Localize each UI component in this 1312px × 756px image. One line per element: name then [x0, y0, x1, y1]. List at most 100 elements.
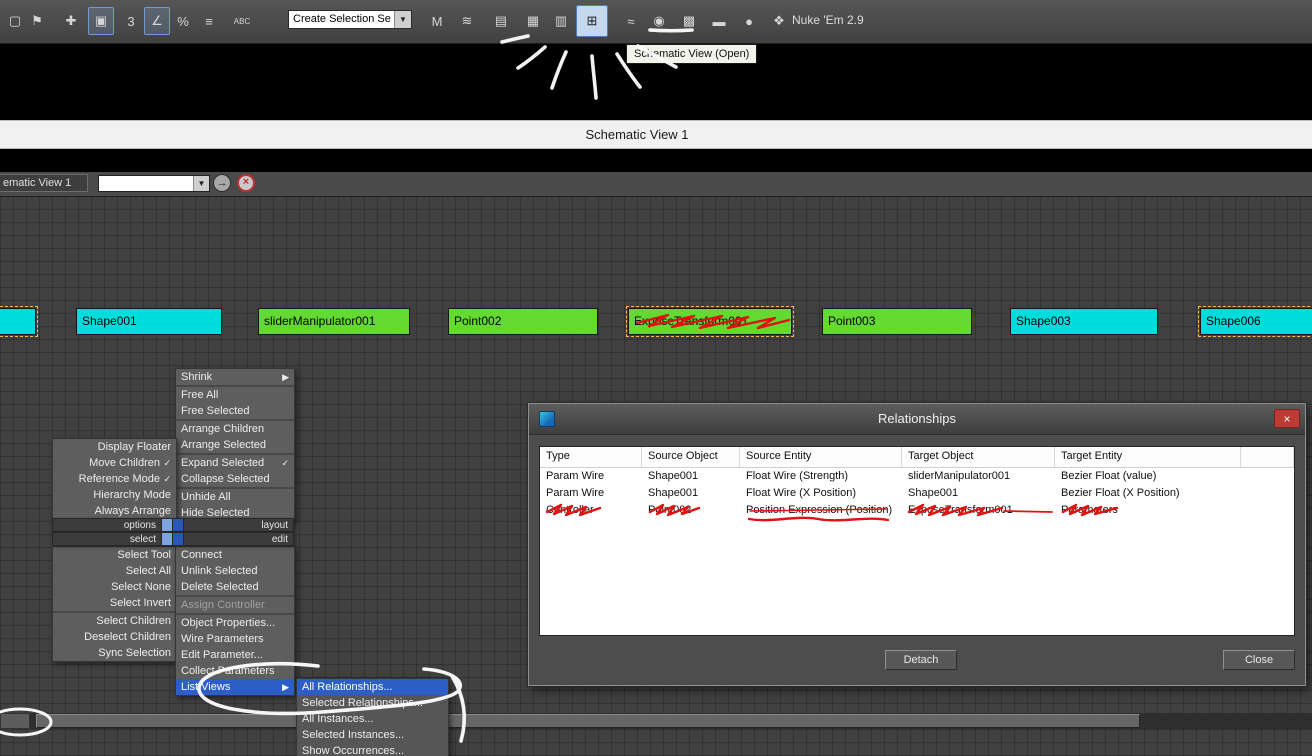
snaps-toggle-icon[interactable]: ∠	[144, 7, 170, 35]
menu-item-expand-selected[interactable]: Expand Selected ✓	[176, 453, 294, 471]
menu-item-collect-parameters[interactable]: Collect Parameters	[176, 663, 294, 679]
menu-item-label: Display Floater	[97, 441, 171, 453]
menu-item-display-floater[interactable]: Display Floater	[53, 439, 176, 455]
dialog-titlebar[interactable]: Relationships ×	[529, 404, 1305, 435]
submenu-item-all-instances[interactable]: All Instances...	[297, 711, 448, 727]
dialog-close-button[interactable]: ×	[1274, 409, 1300, 428]
menu-item-select-tool[interactable]: Select Tool	[53, 547, 176, 563]
curve-editor-icon[interactable]: ≈	[618, 7, 644, 35]
icon-glyph: ▦	[526, 13, 540, 28]
menu-item-unhide-all[interactable]: Unhide All	[176, 487, 294, 505]
horizontal-scrollbar[interactable]	[0, 713, 1312, 729]
mirror-icon[interactable]: M	[424, 7, 450, 35]
quad-header-options-layout: options layout	[52, 518, 294, 532]
close-button[interactable]: Close	[1223, 650, 1295, 670]
menu-item-free-selected[interactable]: Free Selected	[176, 403, 294, 419]
relationships-dialog: Relationships × Type Source Object Sourc…	[528, 403, 1306, 686]
column-header-source-entity[interactable]: Source Entity	[740, 447, 902, 467]
menu-item-arrange-selected[interactable]: Arrange Selected	[176, 437, 294, 453]
nukem-plugin-icon[interactable]: ❖	[766, 7, 792, 35]
menu-item-free-all[interactable]: Free All	[176, 385, 294, 403]
menu-item-unlink-selected[interactable]: Unlink Selected	[176, 563, 294, 579]
menu-item-hierarchy-mode[interactable]: Hierarchy Mode	[53, 487, 176, 503]
check-icon: ✓	[163, 458, 171, 468]
column-header-target-entity[interactable]: Target Entity	[1055, 447, 1241, 467]
node-label: Point003	[828, 314, 876, 328]
icon-glyph: ABC	[233, 16, 251, 26]
select-and-manipulate-icon[interactable]: ▣	[88, 7, 114, 35]
menu-item-edit-parameter[interactable]: Edit Parameter...	[176, 647, 294, 663]
menu-item-select-all[interactable]: Select All	[53, 563, 176, 579]
menu-item-select-invert[interactable]: Select Invert	[53, 595, 176, 611]
menu-item-object-properties[interactable]: Object Properties...	[176, 613, 294, 631]
node-shape006[interactable]: Shape006	[1198, 306, 1312, 337]
menu-item-list-views[interactable]: List Views ▶	[176, 679, 294, 695]
node-point002[interactable]: Point002	[448, 308, 598, 335]
white-burst-ray	[590, 54, 598, 100]
submenu-item-selected-instances[interactable]: Selected Instances...	[297, 727, 448, 743]
selection-set-value: Create Selection Se	[293, 13, 391, 25]
node-shape003[interactable]: Shape003	[1010, 308, 1158, 335]
column-header-target-object[interactable]: Target Object	[902, 447, 1055, 467]
spinner-snap-icon[interactable]: ≡	[196, 7, 222, 35]
menu-item-arrange-children[interactable]: Arrange Children	[176, 419, 294, 437]
select-and-place-icon[interactable]: ⚑	[24, 7, 50, 35]
menu-item-select-none[interactable]: Select None	[53, 579, 176, 595]
scene-explorer-icon[interactable]: ▥	[548, 7, 574, 35]
scrollbar-thumb[interactable]	[36, 714, 1140, 728]
menu-item-wire-parameters[interactable]: Wire Parameters	[176, 631, 294, 647]
render-production-icon[interactable]: ●	[736, 7, 762, 35]
relationship-row[interactable]: Param Wire Shape001 Float Wire (X Positi…	[540, 485, 1294, 502]
list-views-submenu: All Relationships... Selected Relationsh…	[296, 678, 449, 756]
find-button[interactable]: →	[213, 174, 231, 192]
relationship-row[interactable]: Controller Point002 Position Expression …	[540, 502, 1294, 519]
icon-glyph: ▩	[682, 13, 696, 28]
angle-snap-icon[interactable]: 3	[118, 7, 144, 35]
menu-item-sync-selection[interactable]: Sync Selection	[53, 645, 176, 661]
cancel-button[interactable]: ×	[237, 174, 255, 192]
column-header-type[interactable]: Type	[540, 447, 642, 467]
detach-button[interactable]: Detach	[885, 650, 957, 670]
node-exposetransform001[interactable]: ExposeTransform001	[626, 306, 794, 337]
submenu-item-all-relationships[interactable]: All Relationships...	[297, 679, 448, 695]
menu-item-label: Edit Parameter...	[181, 649, 263, 661]
menu-item-select-children[interactable]: Select Children	[53, 611, 176, 629]
menu-item-label: Collect Parameters	[181, 665, 275, 677]
select-and-move-icon[interactable]: ✚	[58, 7, 84, 35]
submenu-item-selected-relationships[interactable]: Selected Relationships...	[297, 695, 448, 711]
schematic-window-titlebar[interactable]: Schematic View 1	[0, 120, 1312, 149]
menu-item-connect[interactable]: Connect	[176, 547, 294, 563]
layer-manager-icon[interactable]: ▤	[488, 7, 514, 35]
node-slidermanipulator001[interactable]: sliderManipulator001	[258, 308, 410, 335]
column-header-blank	[1241, 447, 1294, 467]
menu-item-label: Select None	[111, 581, 171, 593]
name-filter-combo[interactable]: ▼	[98, 175, 210, 192]
node-shape001[interactable]: Shape001	[76, 308, 222, 335]
graphite-ribbon-icon[interactable]: ▦	[520, 7, 546, 35]
node[interactable]	[0, 306, 38, 337]
menu-item-delete-selected[interactable]: Delete Selected	[176, 579, 294, 595]
menu-item-reference-mode[interactable]: Reference Mode ✓	[53, 471, 176, 487]
menu-item-move-children[interactable]: Move Children ✓	[53, 455, 176, 471]
column-header-source-object[interactable]: Source Object	[642, 447, 740, 467]
menu-item-always-arrange[interactable]: Always Arrange	[53, 503, 176, 519]
schematic-view-icon[interactable]: ⊞	[576, 5, 608, 37]
menu-item-shrink[interactable]: Shrink ▶	[176, 369, 294, 385]
rendered-frame-icon[interactable]: ▬	[706, 7, 732, 35]
menu-item-collapse-selected[interactable]: Collapse Selected	[176, 471, 294, 487]
check-icon: ✓	[163, 474, 171, 484]
menu-item-deselect-children[interactable]: Deselect Children	[53, 629, 176, 645]
name-filter-value	[99, 176, 193, 191]
percent-snap-icon[interactable]: %	[170, 7, 196, 35]
menu-item-label: Selected Relationships...	[302, 697, 424, 709]
node-point003[interactable]: Point003	[822, 308, 972, 335]
cell-source-entity: Float Wire (Strength)	[746, 470, 849, 482]
submenu-item-show-occurrences[interactable]: Show Occurrences...	[297, 743, 448, 756]
selection-set-dropdown[interactable]: Create Selection Se ▼	[288, 10, 412, 29]
cell-blank	[1241, 468, 1294, 485]
material-editor-icon[interactable]: ◉	[646, 7, 672, 35]
render-setup-icon[interactable]: ▩	[676, 7, 702, 35]
relationship-row[interactable]: Param Wire Shape001 Float Wire (Strength…	[540, 468, 1294, 485]
named-selection-sets-icon[interactable]: ABC	[224, 7, 260, 35]
align-icon[interactable]: ≋	[454, 7, 480, 35]
